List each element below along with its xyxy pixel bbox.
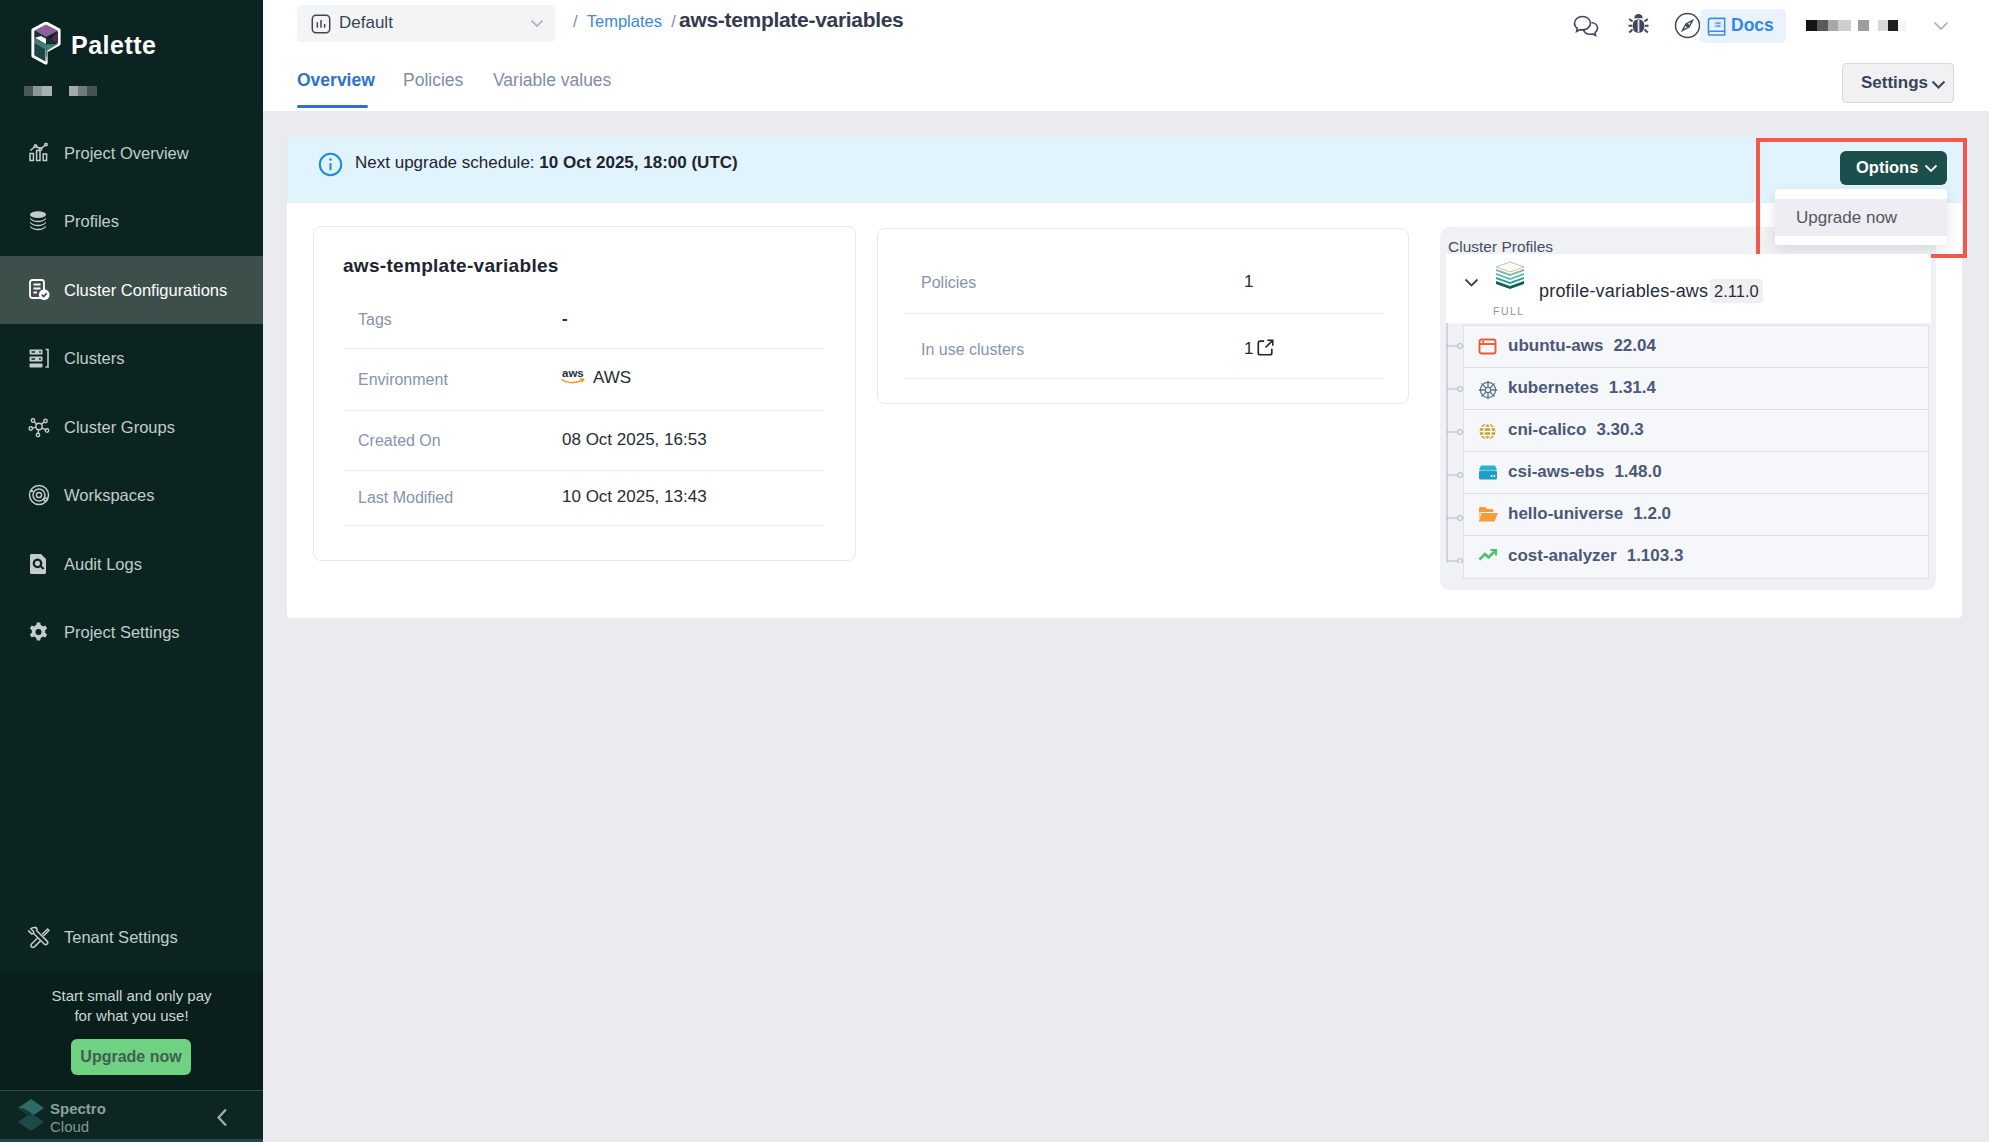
svg-text:aws: aws — [562, 367, 584, 379]
